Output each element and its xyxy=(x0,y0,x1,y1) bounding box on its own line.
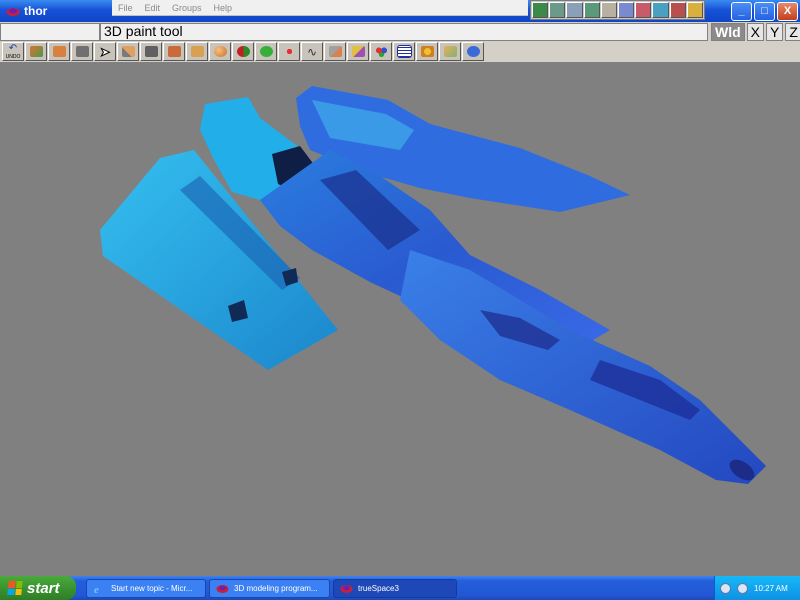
icon-toolbar: ↶ UNDO ➤ ∿ xyxy=(0,41,800,62)
panel-icon-strip xyxy=(530,0,705,20)
taskbar-item-label: trueSpace3 xyxy=(358,584,399,593)
truespace-icon xyxy=(6,7,20,16)
cube-tool-button[interactable] xyxy=(186,42,208,61)
3d-view-button[interactable] xyxy=(462,42,484,61)
box-tool-button[interactable] xyxy=(163,42,185,61)
window-controls: _ □ X xyxy=(731,1,798,21)
3d-viewport[interactable] xyxy=(0,62,800,576)
paint-tool-button[interactable] xyxy=(232,42,254,61)
select-icon: ➤ xyxy=(99,44,111,59)
start-button[interactable]: start xyxy=(0,576,76,600)
panel-icon[interactable] xyxy=(618,2,635,18)
tool-left-panel xyxy=(0,23,100,41)
axis-buttons: Wld X Y Z xyxy=(711,23,800,41)
truespace-window: thor File Edit Groups Help _ □ X 3D pain… xyxy=(0,0,800,600)
sphere-tool-button[interactable] xyxy=(209,42,231,61)
taskbar-item-label: 3D modeling program... xyxy=(234,584,318,593)
panel-icon[interactable] xyxy=(583,2,600,18)
material-tool-button[interactable] xyxy=(347,42,369,61)
taskbar-item-label: Start new topic - Micr... xyxy=(111,584,193,593)
tool-panel-bar: 3D paint tool Wld X Y Z xyxy=(0,22,800,41)
menu-help[interactable]: Help xyxy=(214,3,233,13)
undo-icon: ↶ xyxy=(8,42,18,54)
panel-icon[interactable] xyxy=(635,2,652,18)
truespace-icon xyxy=(340,585,353,593)
undo-label: UNDO xyxy=(5,53,21,60)
blob-icon xyxy=(259,46,273,57)
main-boom xyxy=(400,250,766,484)
paint-icon xyxy=(236,46,250,57)
lathe-tool-button[interactable] xyxy=(71,42,93,61)
panel-icon[interactable] xyxy=(566,2,583,18)
sphere-icon xyxy=(213,46,227,57)
render-icon xyxy=(420,46,434,57)
x-axis-button[interactable]: X xyxy=(746,23,764,41)
title-bar: thor File Edit Groups Help _ □ X xyxy=(0,0,800,22)
undo-button[interactable]: ↶ UNDO xyxy=(2,42,24,61)
plane-tool-button[interactable] xyxy=(439,42,461,61)
blob-tool-button[interactable] xyxy=(255,42,277,61)
panel-icon[interactable] xyxy=(652,2,669,18)
volume-icon[interactable] xyxy=(737,582,748,594)
truespace-icon xyxy=(216,585,229,593)
network-icon[interactable] xyxy=(720,582,731,594)
panel-icon[interactable] xyxy=(686,2,704,18)
lathe-icon xyxy=(75,46,89,57)
move-icon xyxy=(29,46,43,57)
z-axis-button[interactable]: Z xyxy=(785,23,800,41)
sweep-tool-button[interactable] xyxy=(140,42,162,61)
panel-icon[interactable] xyxy=(532,2,549,18)
window-title: thor xyxy=(24,4,48,18)
menu-file[interactable]: File xyxy=(118,3,133,13)
clock[interactable]: 10:27 AM xyxy=(754,584,788,593)
select-tool-button[interactable]: ➤ xyxy=(94,42,116,61)
render-tool-button[interactable] xyxy=(416,42,438,61)
plane-icon xyxy=(443,46,457,57)
object-icon xyxy=(52,46,66,57)
taskbar-item-active[interactable]: trueSpace3 xyxy=(333,579,457,598)
tool-title-panel xyxy=(100,23,708,41)
cube-icon xyxy=(190,46,204,57)
menu-groups[interactable]: Groups xyxy=(172,3,202,13)
svg-text:e: e xyxy=(94,584,99,594)
minimize-button[interactable]: _ xyxy=(731,1,752,21)
pencil-tool-button[interactable] xyxy=(117,42,139,61)
light-tool-button[interactable] xyxy=(278,42,300,61)
spaceship-model xyxy=(100,86,766,484)
sweep-icon xyxy=(144,46,158,57)
ie-icon: e xyxy=(94,584,99,594)
light-icon xyxy=(282,46,296,57)
windows-logo-icon xyxy=(7,581,23,595)
system-tray: 10:27 AM xyxy=(714,576,800,600)
brush-tool-button[interactable] xyxy=(324,42,346,61)
panel-icon[interactable] xyxy=(549,2,566,18)
taskbar-item[interactable]: e Start new topic - Micr... xyxy=(86,579,206,598)
tool-title: 3D paint tool xyxy=(104,23,183,39)
object-tool-button[interactable] xyxy=(48,42,70,61)
taskbar-item[interactable]: 3D modeling program... xyxy=(209,579,330,598)
grid-tool-button[interactable] xyxy=(393,42,415,61)
grid-icon xyxy=(396,45,412,58)
y-axis-button[interactable]: Y xyxy=(766,23,784,41)
box-icon xyxy=(167,46,181,57)
brush-icon xyxy=(328,46,342,57)
menu-edit[interactable]: Edit xyxy=(145,3,161,13)
world-axis-button[interactable]: Wld xyxy=(711,23,745,41)
spheres-icon xyxy=(374,46,388,57)
start-label: start xyxy=(27,579,60,597)
panel-icon[interactable] xyxy=(600,2,618,18)
3d-icon xyxy=(466,46,480,57)
menu-bar: File Edit Groups Help xyxy=(112,0,528,16)
material-icon xyxy=(351,46,365,57)
app-title: thor xyxy=(6,0,110,22)
panel-icon[interactable] xyxy=(669,2,686,18)
path-icon: ∿ xyxy=(306,44,318,59)
move-tool-button[interactable] xyxy=(25,42,47,61)
taskbar: start e Start new topic - Micr... 3D mod… xyxy=(0,576,800,600)
close-button[interactable]: X xyxy=(777,1,798,21)
maximize-button[interactable]: □ xyxy=(754,1,775,21)
pencil-icon xyxy=(121,46,135,57)
path-tool-button[interactable]: ∿ xyxy=(301,42,323,61)
spheres-tool-button[interactable] xyxy=(370,42,392,61)
